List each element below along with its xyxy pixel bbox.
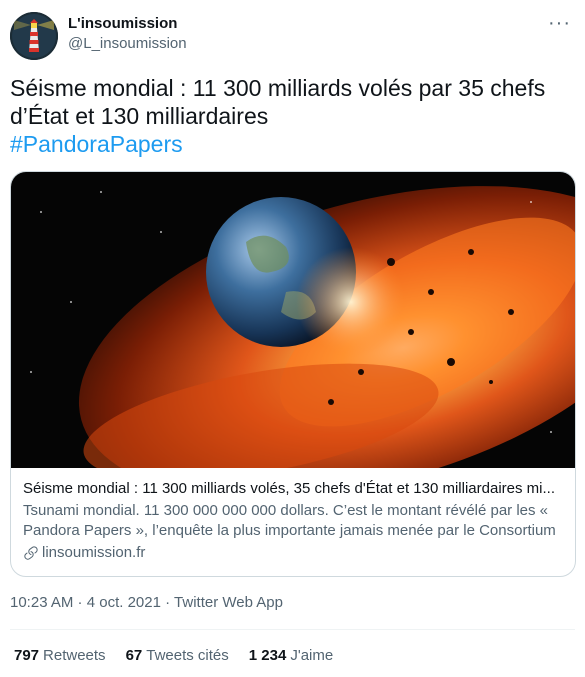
- tweet-date[interactable]: 4 oct. 2021: [87, 594, 161, 611]
- retweets-count: 797: [14, 647, 40, 664]
- link-icon: [24, 546, 38, 560]
- tweet-source[interactable]: Twitter Web App: [174, 594, 283, 611]
- card-image[interactable]: [11, 172, 575, 468]
- card-body: Séisme mondial : 11 300 milliards volés,…: [11, 469, 575, 563]
- retweets-stat[interactable]: 797 Retweets: [14, 647, 106, 664]
- quotes-count: 67: [125, 647, 143, 664]
- more-horizontal-icon[interactable]: ···: [548, 12, 571, 35]
- meta-separator-1: ·: [73, 594, 87, 611]
- tweet-body: Séisme mondial : 11 300 milliards volés …: [10, 75, 546, 129]
- tweet-stats: 797 Retweets 67 Tweets cités 1 234 J'aime: [14, 647, 333, 664]
- quotes-label: Tweets cités: [146, 647, 229, 664]
- tweet-header: L'insoumission @L_insoumission ···: [10, 10, 575, 60]
- divider: [10, 629, 575, 630]
- lighthouse-icon: [10, 12, 58, 60]
- card-title: Séisme mondial : 11 300 milliards volés,…: [23, 480, 555, 497]
- author-names: L'insoumission @L_insoumission: [68, 14, 187, 54]
- meta-separator-2: ·: [160, 594, 175, 611]
- likes-stat[interactable]: 1 234 J'aime: [249, 647, 333, 664]
- user-handle[interactable]: @L_insoumission: [68, 34, 187, 54]
- link-card[interactable]: Séisme mondial : 11 300 milliards volés,…: [10, 171, 576, 577]
- likes-count: 1 234: [248, 647, 287, 664]
- quotes-stat[interactable]: 67 Tweets cités: [126, 647, 229, 664]
- card-domain-text: linsoumission.fr: [42, 544, 146, 561]
- likes-label: J'aime: [290, 647, 334, 664]
- tweet-meta: 10:23 AM · 4 oct. 2021 · Twitter Web App: [10, 594, 283, 611]
- retweets-label: Retweets: [43, 647, 106, 664]
- tweet-text: Séisme mondial : 11 300 milliards volés …: [10, 74, 570, 158]
- card-description: Tsunami mondial. 11 300 000 000 000 doll…: [23, 502, 556, 539]
- avatar[interactable]: [10, 12, 58, 60]
- hashtag-link[interactable]: #PandoraPapers: [10, 130, 570, 158]
- tweet-time[interactable]: 10:23 AM: [10, 594, 73, 611]
- card-domain: linsoumission.fr: [23, 543, 563, 563]
- display-name[interactable]: L'insoumission: [68, 14, 187, 34]
